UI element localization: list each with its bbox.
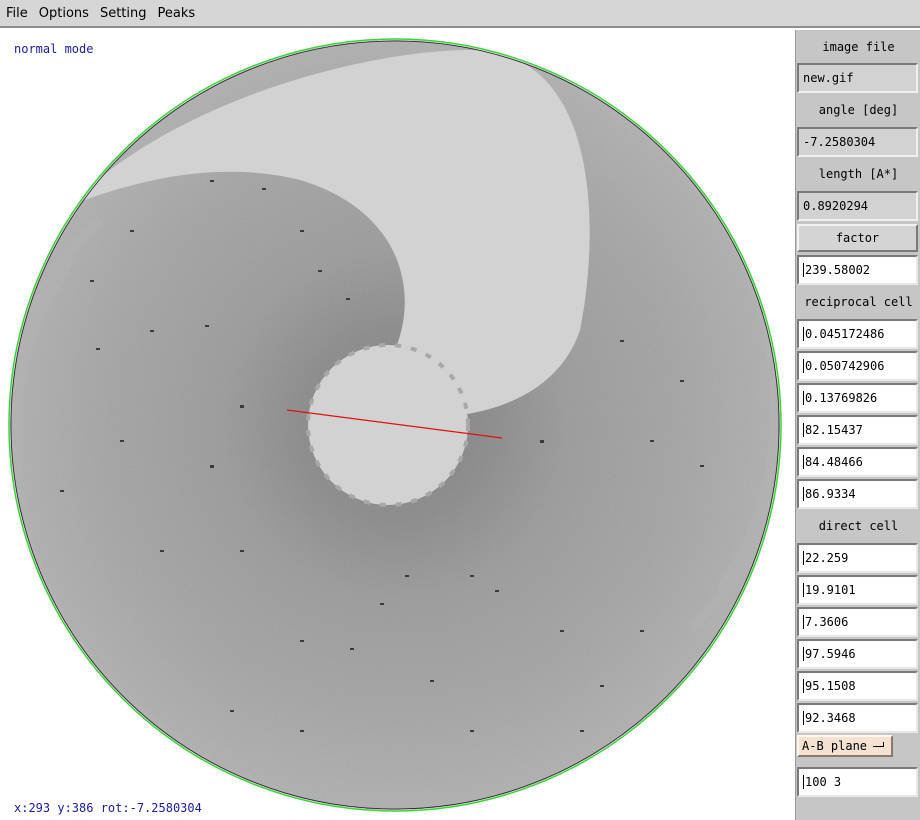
status-readout: x:293 y:386 rot:-7.2580304	[14, 801, 202, 815]
reciprocal-beta-value: 84.48466	[805, 455, 863, 469]
length-field[interactable]: 0.8920294	[797, 191, 918, 221]
reciprocal-gamma-input[interactable]: 86.9334	[797, 479, 918, 509]
menu-setting[interactable]: Setting	[95, 6, 152, 21]
direct-beta-input[interactable]: 95.1508	[797, 671, 918, 701]
diffraction-image[interactable]	[0, 30, 795, 820]
direct-c-value: 7.3606	[805, 615, 849, 629]
reciprocal-beta-input[interactable]: 84.48466	[797, 447, 918, 477]
menu-file[interactable]: File	[1, 6, 33, 21]
menu-options[interactable]: Options	[34, 6, 94, 21]
direct-gamma-input[interactable]: 92.3468	[797, 703, 918, 733]
option-menu-indicator-icon	[873, 741, 885, 747]
direct-beta-value: 95.1508	[805, 679, 856, 693]
image-file-label: image file	[822, 40, 895, 54]
text-caret	[803, 391, 804, 405]
reciprocal-c-input[interactable]: 0.13769826	[797, 383, 918, 413]
direct-a-input[interactable]: 22.259	[797, 543, 918, 573]
text-caret	[803, 423, 804, 437]
reciprocal-a-value: 0.045172486	[805, 327, 885, 341]
direct-a-value: 22.259	[805, 551, 849, 565]
plane-option-menu[interactable]: A-B plane	[797, 735, 893, 757]
text-caret	[803, 775, 804, 789]
text-caret	[803, 263, 804, 277]
text-caret	[803, 615, 804, 629]
direct-c-input[interactable]: 7.3606	[797, 607, 918, 637]
reciprocal-cell-label: reciprocal cell	[804, 295, 913, 309]
image-file-field[interactable]: new.gif	[797, 63, 918, 93]
direct-b-value: 19.9101	[805, 583, 856, 597]
text-caret	[803, 679, 804, 693]
angle-label: angle [deg]	[818, 103, 899, 117]
mode-label: normal mode	[14, 42, 94, 56]
text-caret	[803, 359, 804, 373]
factor-button[interactable]: factor	[797, 224, 918, 252]
text-caret	[803, 487, 804, 501]
image-canvas[interactable]: normal mode x:293 y:386 rot:-7.2580304	[0, 30, 795, 820]
reciprocal-a-input[interactable]: 0.045172486	[797, 319, 918, 349]
bottom-value: 100 3	[805, 775, 842, 789]
direct-b-input[interactable]: 19.9101	[797, 575, 918, 605]
reciprocal-gamma-value: 86.9334	[805, 487, 856, 501]
direct-alpha-input[interactable]: 97.5946	[797, 639, 918, 669]
menu-bar: File Options Setting Peaks	[0, 0, 920, 28]
menu-peaks[interactable]: Peaks	[153, 6, 201, 21]
reciprocal-b-input[interactable]: 0.050742906	[797, 351, 918, 381]
parameter-panel: image file new.gif angle [deg] -7.258030…	[795, 30, 920, 820]
direct-alpha-value: 97.5946	[805, 647, 856, 661]
text-caret	[803, 583, 804, 597]
text-caret	[803, 647, 804, 661]
text-caret	[803, 551, 804, 565]
length-label: length [A*]	[818, 167, 899, 181]
plane-selected-label: A-B plane	[802, 739, 868, 753]
reciprocal-alpha-input[interactable]: 82.15437	[797, 415, 918, 445]
reciprocal-b-value: 0.050742906	[805, 359, 885, 373]
bottom-input[interactable]: 100 3	[797, 767, 918, 797]
text-caret	[803, 455, 804, 469]
text-caret	[803, 327, 804, 341]
factor-value: 239.58002	[805, 263, 871, 277]
reciprocal-alpha-value: 82.15437	[805, 423, 863, 437]
reciprocal-c-value: 0.13769826	[805, 391, 878, 405]
angle-field[interactable]: -7.2580304	[797, 127, 918, 157]
direct-gamma-value: 92.3468	[805, 711, 856, 725]
text-caret	[803, 711, 804, 725]
factor-input[interactable]: 239.58002	[797, 255, 918, 285]
direct-cell-label: direct cell	[818, 519, 899, 533]
